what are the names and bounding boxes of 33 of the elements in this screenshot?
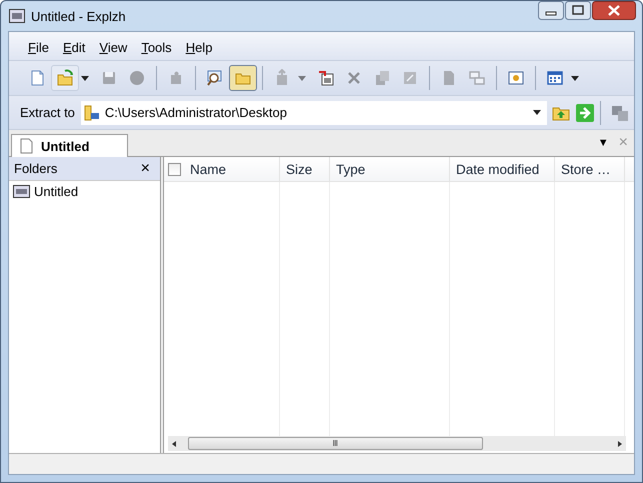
close-pane-button[interactable]: × (140, 160, 150, 178)
dropdown-caret-icon[interactable] (571, 76, 579, 80)
dropdown-caret-icon[interactable] (532, 110, 541, 115)
document-tab[interactable]: Untitled (11, 134, 128, 157)
minimize-button[interactable] (538, 1, 564, 20)
tab-list-button[interactable]: ▼ (598, 137, 609, 149)
scrollbar-thumb[interactable]: Ⅲ (188, 437, 483, 450)
horizontal-scrollbar[interactable]: Ⅲ (168, 436, 626, 451)
column-header[interactable]: Name (184, 157, 280, 181)
tree-item[interactable]: Untitled (9, 181, 82, 202)
menu-item[interactable]: View (92, 36, 134, 58)
menu-item[interactable]: File (21, 36, 56, 58)
folder-icon[interactable] (229, 65, 257, 91)
close-button[interactable] (592, 1, 636, 20)
menu-item[interactable]: Tools (134, 36, 179, 58)
maximize-button[interactable] (565, 1, 591, 20)
windows-icon[interactable] (610, 104, 629, 122)
select-all-checkbox[interactable] (168, 162, 181, 176)
menu-item[interactable]: Edit (56, 36, 92, 58)
column-header[interactable]: Store … (555, 157, 625, 181)
dropdown-caret-icon[interactable] (81, 76, 89, 80)
window-title: Untitled - Explzh (31, 8, 126, 24)
column-header[interactable]: Type (330, 157, 450, 181)
extract-to-label: Extract to (20, 105, 75, 120)
path-combo-box[interactable]: C:\Users\Administrator\Desktop (80, 100, 547, 124)
document-icon (20, 138, 33, 154)
archive-icon (13, 185, 30, 198)
menu-item[interactable]: Help (178, 36, 220, 58)
folders-title: Folders (14, 161, 58, 176)
app-icon (9, 9, 25, 23)
column-header[interactable]: Date modified (450, 157, 555, 181)
column-header[interactable]: Size (280, 157, 330, 181)
folder-computer-icon (82, 104, 101, 122)
